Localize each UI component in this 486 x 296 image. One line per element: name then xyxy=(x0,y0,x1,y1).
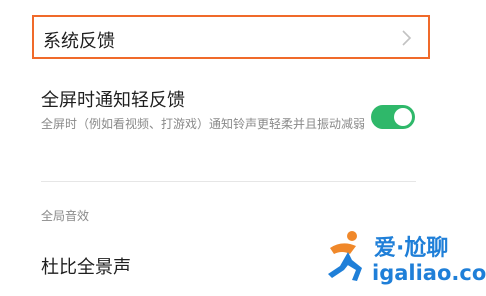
watermark: 爱·尬聊 igaliao.com xyxy=(322,228,486,290)
dolby-atmos-row[interactable]: 杜比全景声 xyxy=(41,253,131,279)
fullscreen-notification-feedback-row: 全屏时通知轻反馈 全屏时（例如看视频、打游戏）通知铃声更轻柔并且振动减弱 xyxy=(0,78,486,168)
toggle-knob xyxy=(394,108,412,126)
watermark-brand: 爱·尬聊 xyxy=(374,236,449,261)
section-divider xyxy=(41,181,416,182)
running-figure-logo xyxy=(328,231,362,281)
chevron-right-icon xyxy=(402,30,412,46)
system-feedback-row[interactable]: 系统反馈 xyxy=(32,15,430,59)
system-feedback-label: 系统反馈 xyxy=(43,31,115,52)
fullscreen-notification-title: 全屏时通知轻反馈 xyxy=(41,90,185,111)
watermark-url: igaliao.com xyxy=(372,261,486,285)
fullscreen-notification-toggle[interactable] xyxy=(371,105,415,129)
fullscreen-notification-description: 全屏时（例如看视频、打游戏）通知铃声更轻柔并且振动减弱 xyxy=(41,117,366,131)
global-sound-effects-header: 全局音效 xyxy=(41,209,90,223)
